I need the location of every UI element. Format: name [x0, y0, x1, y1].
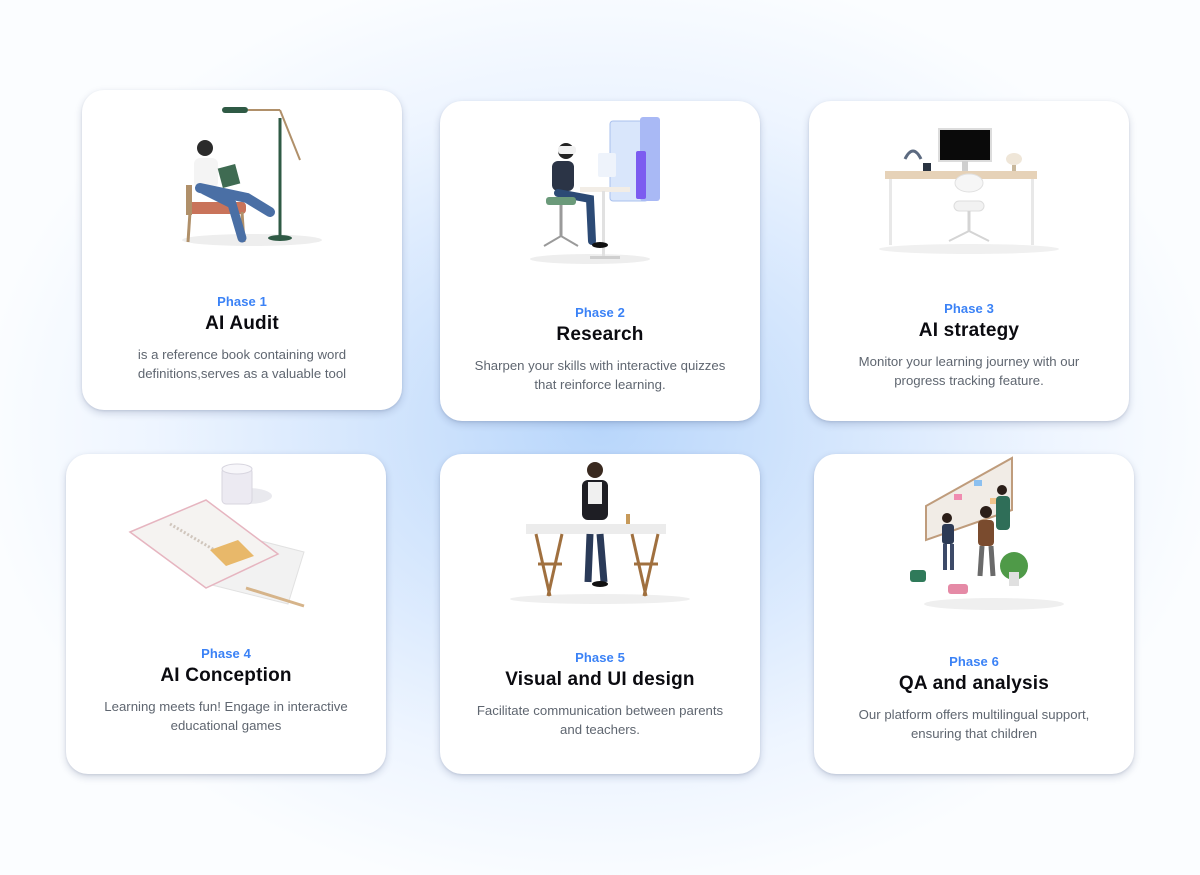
desk-illustration — [879, 128, 1059, 254]
phase-title: AI Audit — [205, 313, 279, 334]
phase-description: is a reference book containing word defi… — [137, 347, 347, 381]
phase-card-5[interactable]: Phase 5 Visual and UI design Facilitate … — [440, 454, 760, 774]
phase-title: Research — [556, 324, 644, 345]
phase-label: Phase 2 — [575, 305, 625, 320]
phase-title: QA and analysis — [898, 673, 1050, 694]
phase-title: AI strategy — [918, 320, 1020, 341]
phase-title: Visual and UI design — [505, 669, 695, 690]
phase-title: AI Conception — [160, 665, 292, 686]
phase-label: Phase 5 — [575, 650, 625, 665]
phase-description: Facilitate communication between parents… — [476, 703, 724, 737]
phase-description: Sharpen your skills with interactive qui… — [474, 358, 726, 392]
phase-label: Phase 1 — [217, 294, 267, 309]
phase-description: Our platform offers multilingual support… — [858, 707, 1090, 741]
phase-label: Phase 4 — [201, 646, 251, 661]
trestle-table-illustration — [510, 462, 690, 604]
phase-description: Learning meets fun! Engage in interactiv… — [104, 699, 348, 733]
woman-reading-illustration — [182, 107, 322, 246]
notebook-illustration — [128, 463, 305, 608]
phase-label: Phase 6 — [949, 654, 999, 669]
phase-card-2[interactable]: Phase 2 Research Sharpen your skills wit… — [440, 101, 760, 421]
phase-card-3[interactable]: Phase 3 AI strategy Monitor your learnin… — [809, 101, 1129, 421]
phase-card-1[interactable]: Phase 1 AI Audit is a reference book con… — [82, 90, 402, 410]
phase-card-6[interactable]: Phase 6 QA and analysis Our platform off… — [814, 454, 1134, 774]
whiteboard-team-illustration — [910, 456, 1064, 610]
phase-card-4[interactable]: Phase 4 AI Conception Learning meets fun… — [66, 454, 386, 774]
phase-description: Monitor your learning journey with our p… — [858, 354, 1080, 388]
phase-label: Phase 3 — [944, 301, 994, 316]
vr-research-illustration — [530, 117, 660, 264]
